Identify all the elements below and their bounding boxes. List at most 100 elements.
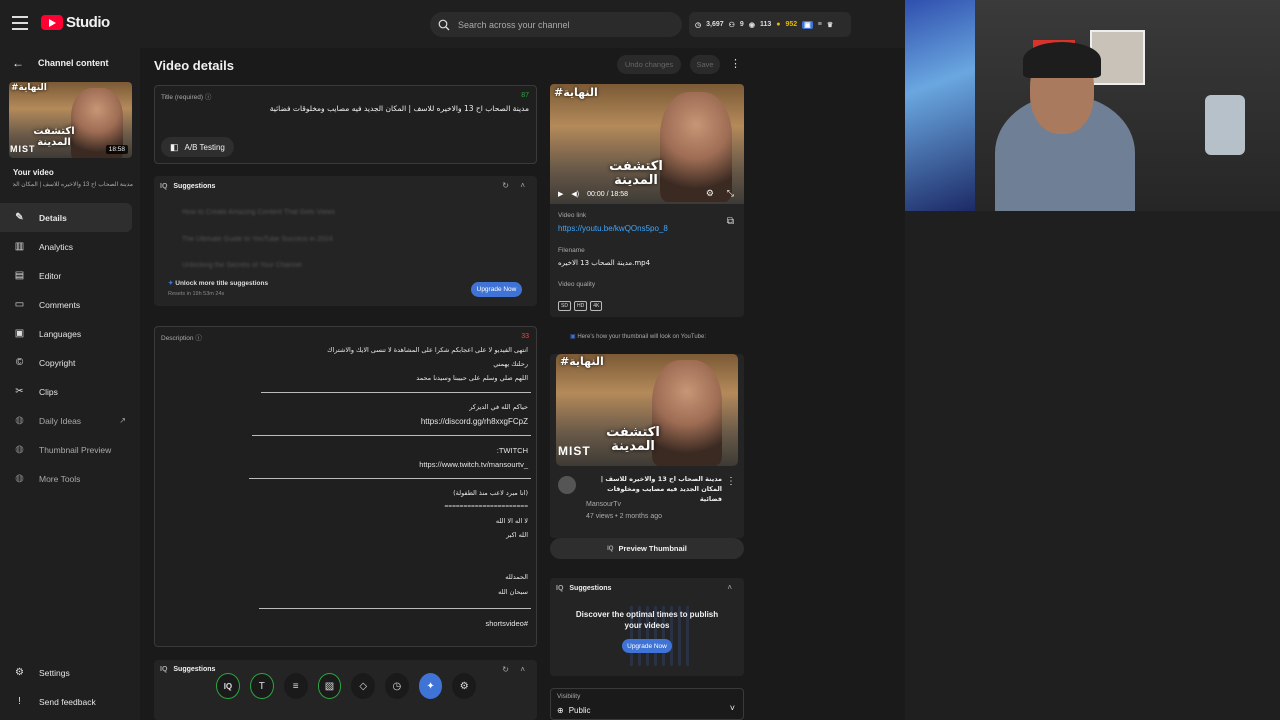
settings-icon[interactable]: ⚙ [706, 188, 714, 199]
more-options-icon[interactable]: ⋮ [726, 476, 736, 487]
description-line: انتهى الفيديو لا على اعجابكم شكرا على ال… [327, 346, 528, 354]
trophy-icon[interactable]: ♛ [827, 21, 833, 29]
preview-thumbnail[interactable]: #النهاية اكتشفت المدينة MIST [556, 354, 738, 466]
comment-icon: ▭ [14, 299, 25, 310]
list-icon[interactable]: ≡ [818, 21, 822, 28]
suggestion-row[interactable]: The Ultimate Guide to YouTube Success in… [182, 236, 532, 243]
menu-icon[interactable] [12, 16, 28, 30]
stat-watch: 3,697 [706, 21, 724, 28]
suggestion-row[interactable]: How to Create Amazing Content That Gets … [182, 209, 532, 216]
search-bar[interactable] [430, 12, 682, 37]
view-count: 47 views • 2 months ago [586, 513, 662, 520]
vidiq-icon: IQ [607, 545, 614, 552]
subtitles-icon: ▣ [14, 328, 25, 339]
save-button[interactable]: Save [690, 55, 720, 74]
video-tag: #النهاية [554, 86, 598, 99]
visibility-select[interactable]: Visibility ⊕ Public ˅ [550, 688, 744, 720]
description-line: الحمدلله [505, 573, 528, 581]
chevron-up-icon[interactable]: ˄ [727, 583, 732, 592]
description-field[interactable]: Description ⓘ 33 انتهى الفيديو لا على اع… [154, 326, 537, 647]
visibility-label: Visibility [557, 693, 581, 700]
sidebar-item-label: Send feedback [39, 696, 96, 707]
sidebar-item-feedback[interactable]: ! Send feedback [0, 687, 140, 716]
upgrade-now-button[interactable]: Upgrade Now [471, 282, 522, 297]
volume-icon[interactable]: ◀) [571, 190, 579, 198]
back-to-channel-content[interactable]: ← Channel content [12, 56, 132, 70]
description-label: Description ⓘ [161, 335, 202, 342]
sidebar-item-daily-ideas[interactable]: ◍ Daily Ideas ↗ [0, 406, 140, 435]
chevron-up-icon[interactable]: ˄ [520, 665, 525, 674]
sidebar-item-label: Copyright [39, 357, 76, 368]
sidebar-item-label: Clips [39, 386, 58, 397]
more-options-icon[interactable]: ⋮ [730, 57, 741, 70]
sidebar-item-details[interactable]: ✎ Details [0, 203, 132, 232]
copy-icon[interactable]: ⧉ [727, 216, 734, 227]
vidiq-toolbar: IQ T ≡ ▧ ◇ ◷ ✦ ⚙ [216, 672, 476, 700]
sidebar-item-languages[interactable]: ▣ Languages [0, 319, 140, 348]
preview-thumbnail-button[interactable]: IQ Preview Thumbnail [550, 538, 744, 559]
sidebar-item-editor[interactable]: ▤ Editor [0, 261, 140, 290]
title-label: Title (required) ⓘ [161, 94, 212, 101]
video-player[interactable]: #النهاية اكتشفت المدينة ▶ ◀) 00:00 / 18:… [550, 84, 744, 204]
thumb-brand: MIST [10, 144, 36, 154]
title-input[interactable]: مدينة الصحاب اح 13 والاخيره للاسف | المك… [169, 104, 529, 113]
list-icon[interactable]: ≡ [283, 673, 308, 699]
studio-logo[interactable]: Studio [41, 14, 110, 31]
title-field[interactable]: Title (required) ⓘ 87 مدينة الصحاب اح 13… [154, 85, 537, 164]
ab-testing-label: A/B Testing [184, 142, 225, 152]
sidebar-video-thumbnail[interactable]: #النهاية اكتشفت المدينة MIST 18:58 [9, 82, 132, 158]
play-icon[interactable]: ▶ [558, 190, 563, 198]
description-line: (انا مبرد لاعب منذ الطفولة) [453, 489, 528, 497]
tag-icon[interactable]: ◇ [351, 673, 376, 699]
undo-changes-button[interactable]: Undo changes [617, 55, 681, 74]
video-link[interactable]: https://youtu.be/kwQOns5po_8 [558, 224, 668, 233]
video-quality-label: Video quality [558, 281, 596, 288]
preview-tag: #النهاية [560, 355, 604, 368]
suggestion-row[interactable]: Unlocking the Secrets of Your Channel [182, 262, 532, 269]
vidiq-logo-icon[interactable]: IQ [216, 673, 240, 699]
quality-badge: HD [573, 301, 588, 311]
your-video-title: مدينة الصحاب اح 13 والاخيره للاسف | المك… [13, 182, 133, 188]
sidebar-item-analytics[interactable]: ▥ Analytics [0, 232, 140, 261]
sidebar-item-copyright[interactable]: © Copyright [0, 348, 140, 377]
suggestions-header: IQ Suggestions [160, 666, 216, 673]
sidebar-item-label: More Tools [39, 473, 81, 484]
sidebar-item-label: Thumbnail Preview [39, 444, 112, 455]
vidiq-icon: ◍ [15, 415, 24, 426]
film-editor-icon: ▤ [14, 270, 25, 281]
fullscreen-icon[interactable]: ⤡ [727, 188, 734, 199]
empty-area [905, 211, 1280, 720]
sparkle-icon[interactable]: ✦ [418, 673, 443, 699]
sidebar-item-settings[interactable]: ⚙ Settings [0, 658, 140, 687]
sidebar-item-label: Languages [39, 328, 82, 339]
divider [259, 608, 531, 609]
twitch-link[interactable]: https://www.twitch.tv/mansourtv_ [419, 460, 528, 469]
search-input[interactable] [458, 19, 658, 30]
sidebar-item-clips[interactable]: ✂ Clips [0, 377, 140, 406]
visibility-value: ⊕ Public [557, 706, 591, 715]
discord-link[interactable]: https://discord.gg/rh8xxgFCpZ [421, 417, 528, 426]
filename: مدينة الصحاب 13 الاخيره.mp4 [558, 259, 651, 267]
vidiq-icon[interactable]: ▣ [802, 20, 813, 29]
sidebar-item-comments[interactable]: ▭ Comments [0, 290, 140, 319]
ab-testing-button[interactable]: ◧ A/B Testing [161, 137, 234, 157]
description-line: shortsvideo# [485, 619, 528, 628]
help-icon: ⓘ [195, 335, 202, 342]
sidebar-item-label: Analytics [39, 241, 74, 252]
sidebar-item-thumbnail-preview[interactable]: ◍ Thumbnail Preview [0, 435, 140, 464]
clock-icon[interactable]: ◷ [385, 673, 409, 699]
upgrade-now-button[interactable]: Upgrade Now [622, 639, 672, 653]
description-line: سبحان الله [498, 588, 528, 596]
sidebar-item-label: Details [39, 212, 67, 223]
chevron-up-icon[interactable]: ˄ [520, 181, 525, 190]
text-icon[interactable]: T [249, 673, 274, 699]
gear-icon[interactable]: ⚙ [452, 673, 476, 699]
ab-icon: ◧ [170, 141, 179, 152]
refresh-icon[interactable]: ↻ [502, 181, 509, 190]
vidiq-stats-bar[interactable]: ◷ 3,697 ⚇ 9 ◉ 113 ● 952 ▣ ≡ ♛ [689, 12, 851, 37]
preview-brand: MIST [558, 444, 591, 458]
image-icon[interactable]: ▧ [317, 673, 342, 699]
arrow-left-icon: ← [12, 56, 24, 70]
refresh-icon[interactable]: ↻ [502, 665, 509, 674]
sidebar-item-more-tools[interactable]: ◍ More Tools [0, 464, 140, 493]
